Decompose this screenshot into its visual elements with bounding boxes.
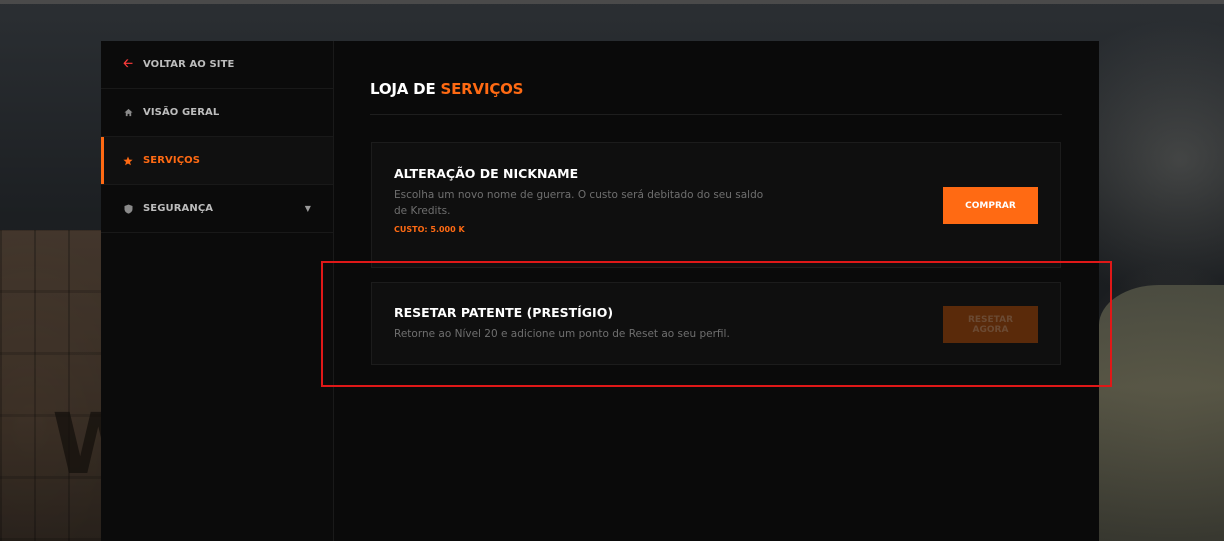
shield-icon [123,204,133,214]
sidebar-item-overview[interactable]: VISÃO GERAL [101,89,333,137]
sidebar-item-services[interactable]: SERVIÇOS [101,137,333,185]
buy-button[interactable]: COMPRAR [943,187,1038,224]
service-description: Escolha um novo nome de guerra. O custo … [394,189,764,217]
arrow-left-icon: 🡠 [123,56,133,70]
sidebar: 🡠 VOLTAR AO SITE VISÃO GERAL SERVIÇOS SE… [101,41,334,541]
star-icon [123,156,133,166]
page-header: LOJA DE SERVIÇOS [370,41,1062,115]
browser-top-bar [0,0,1224,4]
home-icon [123,108,133,117]
service-title: RESETAR PATENTE (PRESTÍGIO) [394,305,614,320]
service-title: ALTERAÇÃO DE NICKNAME [394,166,579,181]
sidebar-item-back-to-site[interactable]: 🡠 VOLTAR AO SITE [101,41,333,89]
account-panel: 🡠 VOLTAR AO SITE VISÃO GERAL SERVIÇOS SE… [101,41,1099,541]
sidebar-item-security[interactable]: SEGURANÇA ▼ [101,185,333,233]
sidebar-item-label: VOLTAR AO SITE [143,59,235,70]
chevron-down-icon: ▼ [304,204,311,213]
sidebar-item-label: SERVIÇOS [143,155,201,166]
service-description: Retorne ao Nível 20 e adicione um ponto … [394,328,730,340]
sidebar-item-label: VISÃO GERAL [143,107,220,118]
service-card-reset-rank: RESETAR PATENTE (PRESTÍGIO) Retorne ao N… [371,282,1061,365]
service-card-nickname: ALTERAÇÃO DE NICKNAME Escolha um novo no… [371,142,1061,268]
background-soldier [1099,285,1224,541]
sidebar-item-label: SEGURANÇA [143,203,214,214]
service-cost: CUSTO: 5.000 K [394,225,465,234]
page-title-part1: LOJA DE [370,80,436,98]
reset-now-button[interactable]: RESETAR AGORA [943,306,1038,343]
page-title: LOJA DE SERVIÇOS [370,80,523,98]
background-crate [0,230,101,541]
page-title-accent: SERVIÇOS [440,80,524,98]
